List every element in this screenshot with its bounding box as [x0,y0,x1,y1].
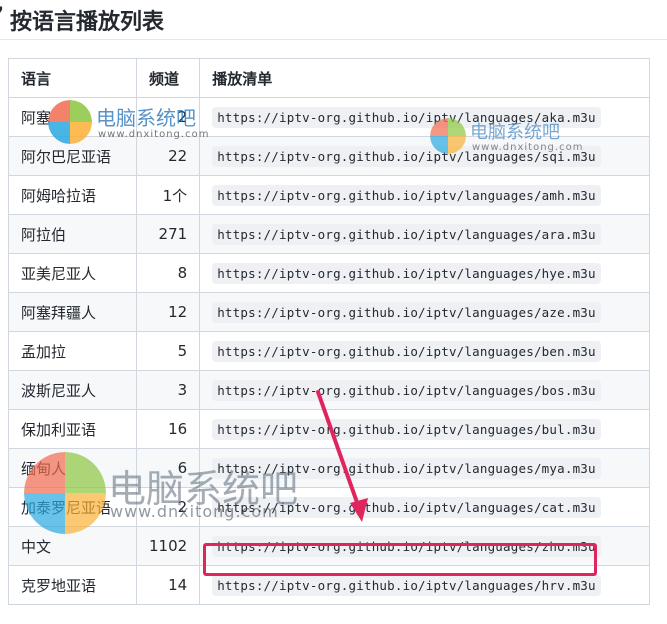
annotation-arrow-icon [316,390,368,522]
page: ’ 按语言播放列表 语言 频道 播放清单 阿塞 2 https://iptv-o… [0,0,667,624]
